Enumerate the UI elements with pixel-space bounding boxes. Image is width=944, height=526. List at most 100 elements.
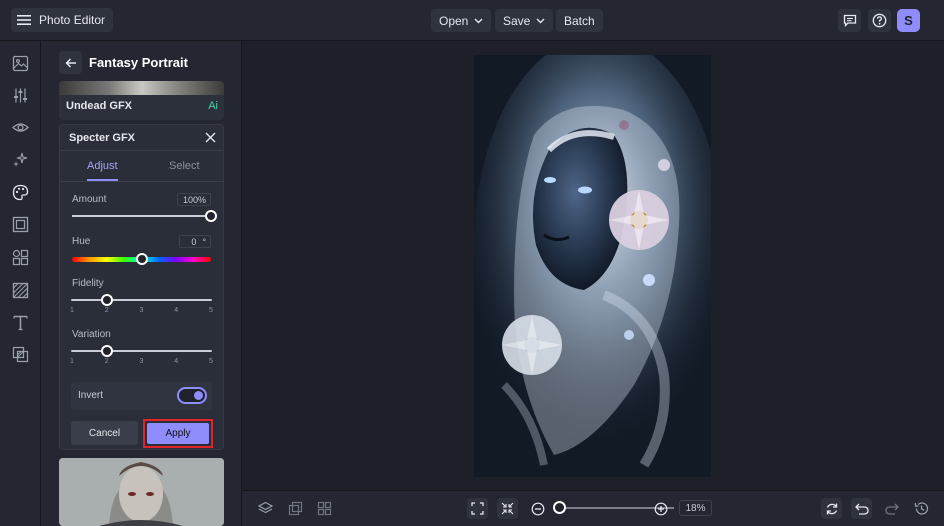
fidelity-tick-label: 2 bbox=[104, 307, 109, 314]
adjust-sliders-icon[interactable] bbox=[12, 87, 29, 104]
undo-button[interactable] bbox=[851, 498, 872, 519]
variation-label: Variation bbox=[72, 329, 111, 340]
zoom-level[interactable]: 18% bbox=[679, 500, 712, 516]
fidelity-label: Fidelity bbox=[72, 278, 104, 289]
variation-slider-thumb[interactable] bbox=[100, 345, 113, 357]
hue-label: Hue bbox=[72, 236, 91, 247]
hue-value: 0 bbox=[191, 236, 197, 247]
refresh-icon bbox=[826, 503, 837, 514]
hue-unit: ° bbox=[202, 236, 206, 247]
compare-button[interactable] bbox=[285, 498, 306, 519]
batch-button[interactable]: Batch bbox=[556, 9, 603, 32]
magic-sparkle-icon[interactable] bbox=[12, 151, 29, 168]
image-icon[interactable] bbox=[12, 55, 29, 72]
app-menu-button[interactable]: Photo Editor bbox=[11, 8, 114, 32]
actual-size-button[interactable] bbox=[497, 498, 518, 519]
amount-slider-thumb[interactable] bbox=[205, 210, 217, 222]
hue-value-field[interactable]: 0 ° bbox=[179, 235, 211, 248]
invert-toggle[interactable] bbox=[177, 387, 207, 404]
specter-header: Specter GFX bbox=[60, 125, 223, 151]
overlay-layers-icon[interactable] bbox=[12, 346, 29, 363]
redo-icon bbox=[884, 503, 899, 515]
fidelity-tick-label: 3 bbox=[139, 307, 144, 314]
redo-button[interactable] bbox=[881, 498, 902, 519]
history-icon bbox=[914, 502, 929, 515]
variation-tick-label: 3 bbox=[139, 358, 144, 365]
panel-title: Fantasy Portrait bbox=[89, 55, 188, 70]
fit-screen-icon bbox=[471, 502, 484, 515]
batch-label: Batch bbox=[564, 13, 595, 28]
history-button[interactable] bbox=[911, 498, 932, 519]
fidelity-tick bbox=[175, 298, 178, 301]
toggle-knob bbox=[194, 391, 203, 400]
ai-badge: Ai bbox=[208, 100, 218, 112]
specter-title: Specter GFX bbox=[69, 132, 136, 144]
fidelity-tick bbox=[71, 298, 73, 301]
amount-slider-track[interactable] bbox=[72, 215, 211, 217]
zoom-in-button[interactable] bbox=[650, 498, 671, 519]
fit-to-screen-button[interactable] bbox=[467, 498, 488, 519]
tab-adjust[interactable]: Adjust bbox=[87, 160, 118, 172]
chevron-down-icon bbox=[474, 18, 483, 23]
open-label: Open bbox=[439, 13, 469, 28]
zoom-out-button[interactable] bbox=[527, 498, 548, 519]
back-button[interactable] bbox=[59, 51, 82, 74]
hamburger-icon bbox=[17, 15, 31, 25]
variation-tick-label: 5 bbox=[209, 358, 213, 365]
open-button[interactable]: Open bbox=[431, 9, 492, 32]
zoom-in-icon bbox=[654, 502, 667, 515]
variation-tick-label: 2 bbox=[104, 358, 109, 365]
variation-tick bbox=[175, 349, 178, 352]
zoom-out-icon bbox=[531, 502, 544, 515]
grid-button[interactable] bbox=[314, 498, 335, 519]
save-label: Save bbox=[503, 13, 531, 28]
effect-card-thumbnail[interactable] bbox=[59, 458, 224, 526]
chat-icon bbox=[843, 14, 856, 27]
portrait-thumbnail bbox=[59, 458, 224, 526]
effect-card-undead[interactable]: Undead GFX Ai bbox=[59, 81, 224, 120]
avatar[interactable]: S bbox=[897, 9, 920, 32]
grid-icon bbox=[317, 501, 332, 516]
variation-tick bbox=[210, 349, 212, 352]
refresh-button[interactable] bbox=[821, 498, 842, 519]
fidelity-tick-label: 1 bbox=[70, 307, 74, 314]
variation-tick-label: 4 bbox=[174, 358, 179, 365]
save-button[interactable]: Save bbox=[495, 9, 554, 32]
apply-highlight: Apply bbox=[143, 419, 213, 448]
variation-tick bbox=[140, 349, 143, 352]
amount-value[interactable]: 100% bbox=[177, 193, 211, 206]
layers-button[interactable] bbox=[255, 498, 276, 519]
invert-label: Invert bbox=[78, 390, 104, 401]
effects-panel: Fantasy Portrait Undead GFX Ai Specter G… bbox=[41, 41, 242, 526]
shrink-icon bbox=[501, 502, 514, 515]
variation-tick bbox=[71, 349, 73, 352]
compare-icon bbox=[288, 501, 303, 516]
edited-photo[interactable] bbox=[474, 55, 711, 477]
effect-name: Undead GFX bbox=[66, 100, 133, 112]
arrow-left-icon bbox=[64, 57, 76, 68]
fidelity-tick-label: 4 bbox=[174, 307, 179, 314]
help-button[interactable] bbox=[868, 9, 891, 32]
eye-icon[interactable] bbox=[12, 119, 29, 136]
hue-slider-thumb[interactable] bbox=[135, 253, 148, 265]
fidelity-tick bbox=[210, 298, 212, 301]
close-icon[interactable] bbox=[205, 132, 216, 143]
app-title: Photo Editor bbox=[39, 13, 106, 27]
fidelity-slider-thumb[interactable] bbox=[100, 294, 113, 306]
feedback-button[interactable] bbox=[838, 9, 861, 32]
apply-button[interactable]: Apply bbox=[147, 423, 209, 444]
text-icon[interactable] bbox=[12, 314, 29, 331]
graphics-shapes-icon[interactable] bbox=[12, 249, 29, 266]
frame-icon[interactable] bbox=[12, 216, 29, 233]
tab-select[interactable]: Select bbox=[169, 160, 200, 172]
texture-icon[interactable] bbox=[12, 282, 29, 299]
effect-thumbnail bbox=[59, 81, 224, 95]
cancel-button[interactable]: Cancel bbox=[71, 421, 138, 445]
specter-settings-card: Specter GFX Adjust Select Amount 100% Hu… bbox=[59, 124, 224, 450]
palette-icon[interactable] bbox=[12, 184, 29, 201]
zoom-slider-thumb[interactable] bbox=[553, 501, 566, 514]
undo-icon bbox=[854, 503, 869, 515]
layers-icon bbox=[258, 501, 273, 514]
ghost-portrait-image bbox=[474, 55, 711, 477]
top-bar: Photo Editor Open Save Batch S bbox=[0, 0, 944, 41]
